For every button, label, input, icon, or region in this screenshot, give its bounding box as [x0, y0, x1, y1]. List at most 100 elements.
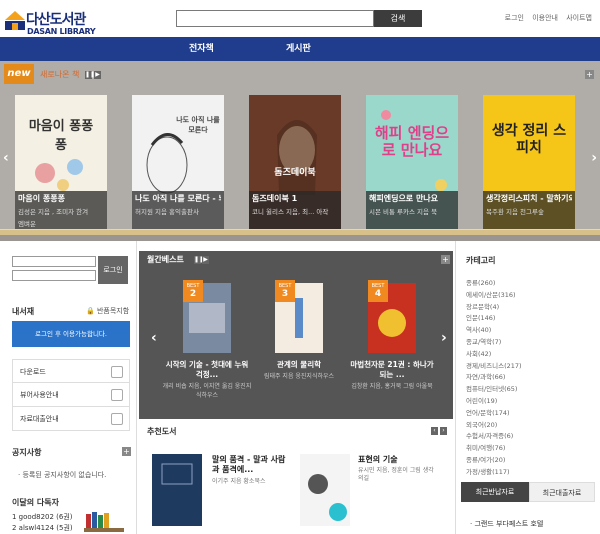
book-caption-2: 나도 아직 나를 모른다 - 뇌과학과 임상심... 허지원 지음 홍익출판사: [132, 191, 224, 231]
menu-loan-label: 자료대출안내: [20, 415, 59, 423]
prev-arrow-icon[interactable]: ‹: [3, 150, 9, 166]
login-notice-box[interactable]: 로그인 후 이용가능합니다.: [12, 321, 130, 347]
category-item[interactable]: 인문(146): [466, 313, 586, 325]
book-author: 시몬 비통 루카스 지음 북: [369, 208, 438, 216]
password-input[interactable]: [12, 270, 96, 281]
page: 다산도서관 DASAN LIBRARY 검색 로그인 이용안내 사이트맵 전자책…: [0, 0, 600, 534]
category-item[interactable]: 종류/여가(20): [466, 455, 586, 467]
monthly-reader-title: 이달의 다독자: [12, 498, 59, 507]
pause-icon[interactable]: ❚❚: [85, 71, 95, 79]
return-box-link[interactable]: 🔒 반품목지함: [86, 306, 129, 316]
menu-viewer-label: 뷰어사용안내: [20, 391, 59, 399]
book-caption-1: 마음이 퐁퐁퐁 김성은 지음 , 조미자 한겨 엠벼운: [15, 191, 107, 231]
download-icon: [111, 366, 123, 378]
best-pause-icon[interactable]: ❚❚: [194, 256, 204, 264]
book-author: 허지원 지음 홍익출판사: [135, 208, 199, 216]
notice-empty: · 등록된 공지사항이 없습니다.: [18, 471, 107, 479]
best-badge-2: BEST 2: [183, 280, 203, 302]
viewer-icon: [111, 389, 123, 401]
category-item[interactable]: 어린이(19): [466, 396, 586, 408]
new-book-2[interactable]: 나도 아직 나를 모른다 나도 아직 나를 모른다 - 뇌과학과 임상심... …: [132, 95, 224, 231]
cover-title-5: 생각 정리 스피치: [491, 123, 567, 156]
best-badge-4: BEST 4: [368, 280, 388, 302]
util-sitemap-link[interactable]: 사이트맵: [566, 14, 592, 22]
category-item[interactable]: 외국어(20): [466, 420, 586, 432]
new-book-1[interactable]: 마음이 퐁퐁퐁 마음이 퐁퐁퐁 김성은 지음 , 조미자 한겨 엠벼운: [15, 95, 107, 231]
category-item[interactable]: 언어/문학(174): [466, 408, 586, 420]
search-button[interactable]: 검색: [374, 10, 422, 27]
category-item[interactable]: 역사(40): [466, 325, 586, 337]
tab-recent-return[interactable]: 최근반납자료: [461, 482, 529, 502]
rec-cover-2[interactable]: [300, 454, 350, 526]
menu-viewer-guide[interactable]: 뷰어사용안내: [12, 383, 130, 407]
category-item[interactable]: 수험서/자격증(6): [466, 431, 586, 443]
play-icon[interactable]: ▶: [94, 71, 101, 79]
category-item[interactable]: 사회(42): [466, 349, 586, 361]
main-nav: 전자책 게시판: [0, 37, 600, 61]
notice-more-icon[interactable]: +: [122, 447, 131, 456]
book-author: 코니 윌리스 지음, 최... 아작: [252, 208, 329, 216]
rec-author-1: 이기주 지음 황소북스: [212, 478, 266, 485]
more-plus-icon[interactable]: +: [585, 70, 594, 79]
best-title-4[interactable]: 마법천자문 21권 : 하나가 되는 ...: [347, 360, 437, 380]
rec-title-2[interactable]: 표현의 기술: [358, 455, 438, 465]
cover-title-2: 나도 아직 나를 모른다: [176, 116, 220, 134]
library-logo[interactable]: 다산도서관 DASAN LIBRARY: [4, 7, 114, 37]
best-more-icon[interactable]: +: [441, 255, 450, 264]
recent-item[interactable]: · 그랜드 부다페스트 호텔: [470, 519, 543, 529]
best-title-2[interactable]: 시작의 기술 - 첫대에 누워 걱정...: [162, 360, 252, 380]
logo-korean: 다산도서관: [26, 12, 86, 28]
util-login-link[interactable]: 로그인: [505, 14, 524, 22]
best-play-icon[interactable]: ▶: [202, 256, 209, 264]
user-id-input[interactable]: [12, 256, 96, 267]
category-item[interactable]: 에세이/산문(316): [466, 290, 586, 302]
monthly-reader-2: 2 alswl4124 (5권): [12, 524, 73, 532]
rec-next-icon[interactable]: ›: [440, 427, 447, 435]
category-item[interactable]: 취미/여행(76): [466, 443, 586, 455]
rec-prev-icon[interactable]: ‹: [431, 427, 438, 435]
rec-author-2: 유시민 지음, 정훈이 그림 생각의길: [358, 467, 434, 482]
book-title: 나도 아직 나를 모른다 - 뇌과학과 임상심...: [135, 194, 221, 203]
new-book-3[interactable]: 돔즈데이북 돔즈데이북 1 코니 윌리스 지음, 최... 아작: [249, 95, 341, 231]
new-book-4[interactable]: 해피 엔딩으로 만나요 해피엔딩으로 만나요 시몬 비통 루카스 지음 북: [366, 95, 458, 231]
monthly-reader-1: 1 good8202 (6권): [12, 513, 73, 521]
lock-icon: 🔒: [86, 307, 95, 315]
search-input[interactable]: [176, 10, 374, 27]
category-item[interactable]: 자연/과학(66): [466, 372, 586, 384]
category-item[interactable]: 가정/생활(117): [466, 467, 586, 479]
category-item[interactable]: 종교/역학(7): [466, 337, 586, 349]
help-icon: [111, 413, 123, 425]
nav-board[interactable]: 게시판: [286, 37, 311, 61]
rec-title-1[interactable]: 말의 품격 - 말과 사람과 품격에...: [212, 455, 292, 475]
rec-cover-1[interactable]: [152, 454, 202, 526]
util-guide-link[interactable]: 이용안내: [532, 14, 558, 22]
category-item[interactable]: 종류(260): [466, 278, 586, 290]
bookshelf-icon: [84, 512, 124, 532]
category-item[interactable]: 장르문학(4): [466, 302, 586, 314]
cover-title-1: 마음이 퐁퐁퐁: [28, 119, 94, 153]
logo-english: DASAN LIBRARY: [27, 27, 96, 36]
menu-loan-guide[interactable]: 자료대출안내: [12, 407, 130, 431]
next-arrow-icon[interactable]: ›: [591, 150, 597, 166]
my-library-title: 내서재: [12, 307, 35, 316]
book-title: 돔즈데이북 1: [252, 194, 298, 203]
new-badge: new: [4, 64, 34, 84]
library-logo-icon: [5, 11, 25, 30]
category-item[interactable]: 컴퓨터/인터넷(65): [466, 384, 586, 396]
book-author: 복주환 지음 천그루숲: [486, 208, 544, 216]
best-author-2: 개리 비숍 지음, 이지연 옮김 웅진지식하우스: [162, 383, 252, 399]
menu-download-label: 다운로드: [20, 368, 46, 376]
tab-recent-loan[interactable]: 최근대출자료: [529, 482, 595, 502]
menu-download[interactable]: 다운로드: [12, 359, 130, 383]
return-box-label: 반품목지함: [96, 307, 130, 315]
best-prev-icon[interactable]: ‹: [151, 330, 157, 346]
category-list: 종류(260) 에세이/산문(316) 장르문학(4) 인문(146) 역사(4…: [466, 278, 586, 479]
best-title-3[interactable]: 관계의 물리학: [254, 360, 344, 370]
login-button[interactable]: 로그인: [98, 256, 128, 284]
nav-ebook[interactable]: 전자책: [189, 37, 214, 61]
book-caption-4: 해피엔딩으로 만나요 시몬 비통 루카스 지음 북: [366, 191, 458, 231]
category-item[interactable]: 경제/비즈니스(217): [466, 361, 586, 373]
new-book-5[interactable]: 생각 정리 스피치 생각정리스피치 - 말하기와 글쓰기를 동시... 복주환 …: [483, 95, 575, 231]
best-next-icon[interactable]: ›: [441, 330, 447, 346]
notice-title: 공지사항: [12, 448, 42, 457]
